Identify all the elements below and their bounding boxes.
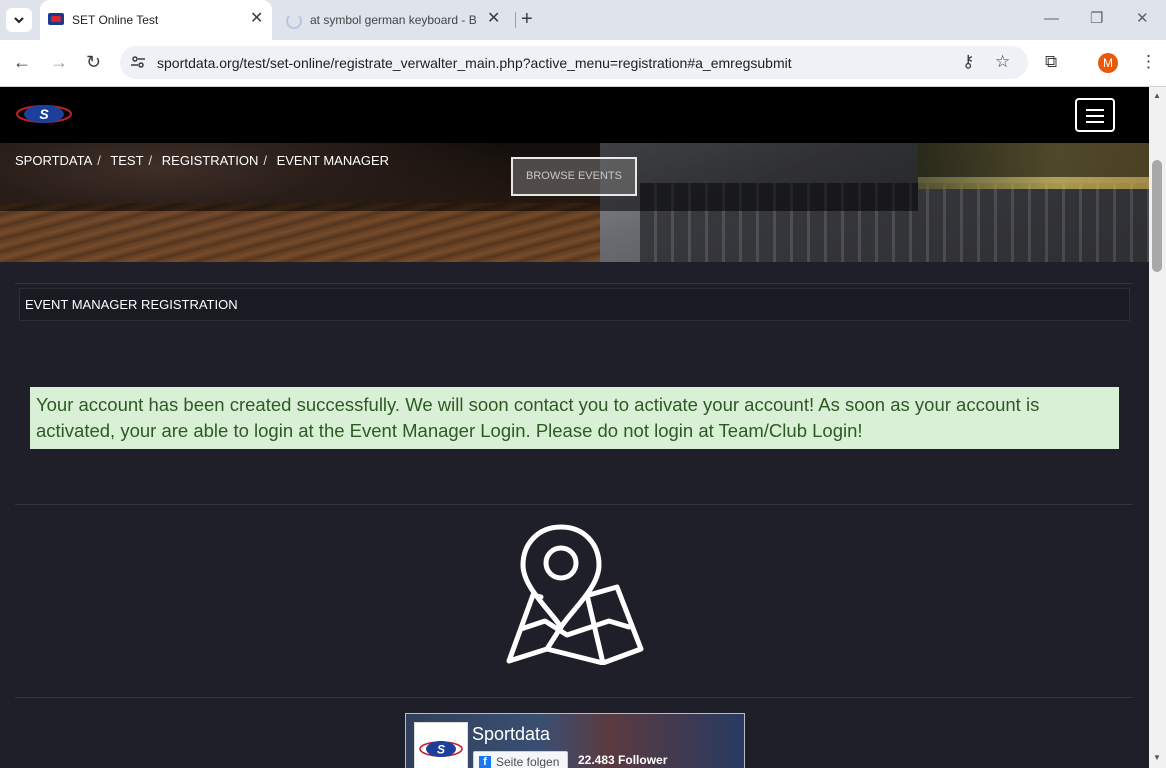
close-icon[interactable]: ✕ [250, 10, 263, 28]
section-title: EVENT MANAGER REGISTRATION [25, 297, 238, 312]
tab-at-symbol-search[interactable]: at symbol german keyboard - B ✕ [280, 0, 512, 40]
scrollbar-thumb[interactable] [1152, 160, 1162, 272]
scroll-down-icon[interactable]: ▼ [1153, 753, 1161, 762]
tab-search-button[interactable] [6, 8, 32, 32]
arrow-left-icon[interactable]: ← [13, 52, 31, 72]
restore-icon[interactable]: ❐ [1090, 10, 1103, 28]
breadcrumb-item-registration[interactable]: REGISTRATION [162, 153, 259, 168]
hero-banner: SPORTDATA / TEST / REGISTRATION / EVENT MAN… [0, 143, 1149, 262]
divider [15, 697, 1133, 698]
puzzle-icon[interactable]: ⧉ [1045, 52, 1057, 72]
address-bar[interactable]: sportdata.org/test/set-online/registrate… [120, 46, 1028, 79]
divider [15, 504, 1133, 505]
svg-text:S: S [437, 743, 445, 757]
breadcrumb-item-test[interactable]: TEST [110, 153, 143, 168]
hero-overlay [918, 143, 1149, 177]
breadcrumb: SPORTDATA / TEST / REGISTRATION / EVENT MAN… [15, 153, 390, 168]
chevron-down-icon [14, 17, 24, 24]
tab-strip: SET Online Test ✕ at symbol german keybo… [0, 0, 1166, 40]
loading-spinner-icon [286, 13, 302, 29]
tab-divider [515, 12, 516, 28]
browse-events-button[interactable]: BROWSE EVENTS [511, 157, 637, 196]
url-text[interactable]: sportdata.org/test/set-online/registrate… [157, 55, 792, 71]
facebook-follow-button[interactable]: Seite folgen [473, 751, 569, 768]
profile-avatar[interactable]: M [1098, 53, 1118, 73]
map-pin-icon [506, 524, 644, 665]
tab-title: SET Online Test [72, 13, 159, 27]
site-navbar: S [0, 87, 1149, 143]
scroll-up-icon[interactable]: ▲ [1153, 91, 1161, 100]
hamburger-line [1086, 115, 1104, 117]
hamburger-line [1086, 121, 1104, 123]
close-icon[interactable]: ✕ [487, 10, 500, 28]
tab-set-online-test[interactable]: SET Online Test ✕ [40, 0, 272, 40]
arrow-right-icon[interactable]: → [50, 52, 68, 72]
star-icon[interactable]: ☆ [995, 52, 1010, 72]
browser-toolbar: ← → ↻ sportdata.org/test/set-online/regi… [0, 40, 1166, 87]
close-window-icon[interactable]: ✕ [1136, 10, 1149, 28]
kebab-menu-icon[interactable]: ⋮ [1140, 52, 1157, 72]
plus-icon[interactable]: + [521, 9, 533, 29]
success-alert: Your account has been created successful… [30, 387, 1119, 449]
minimize-icon[interactable]: — [1044, 10, 1059, 28]
hamburger-line [1086, 109, 1104, 111]
svg-text:S: S [39, 106, 49, 122]
breadcrumb-item-event-manager: EVENT MANAGER [276, 153, 390, 168]
tab-title: at symbol german keyboard - B [310, 13, 477, 27]
breadcrumb-item-sportdata[interactable]: SPORTDATA [15, 153, 92, 168]
reload-icon[interactable]: ↻ [86, 52, 101, 72]
page-scrollbar[interactable]: ▲ ▼ [1149, 87, 1166, 768]
key-icon[interactable]: ⚷ [962, 52, 974, 72]
section-header: EVENT MANAGER REGISTRATION [19, 288, 1130, 321]
tune-icon[interactable] [130, 54, 146, 70]
divider [15, 283, 1133, 284]
sportdata-favicon-icon [48, 13, 64, 25]
facebook-page-widget[interactable]: S Sportdata Seite folgen 22.483 Follower [405, 713, 745, 768]
hero-photo-part [0, 203, 700, 262]
web-page: S SPORTDATA / TEST / REGISTRATION / EVENT M… [0, 87, 1149, 768]
sportdata-logo: S [419, 741, 463, 757]
facebook-page-name[interactable]: Sportdata [472, 724, 550, 745]
sportdata-page-logo[interactable]: S [414, 722, 468, 768]
menu-toggle-button[interactable] [1075, 98, 1115, 132]
sportdata-logo[interactable]: S [16, 103, 72, 125]
facebook-follower-count: 22.483 Follower [578, 753, 668, 767]
